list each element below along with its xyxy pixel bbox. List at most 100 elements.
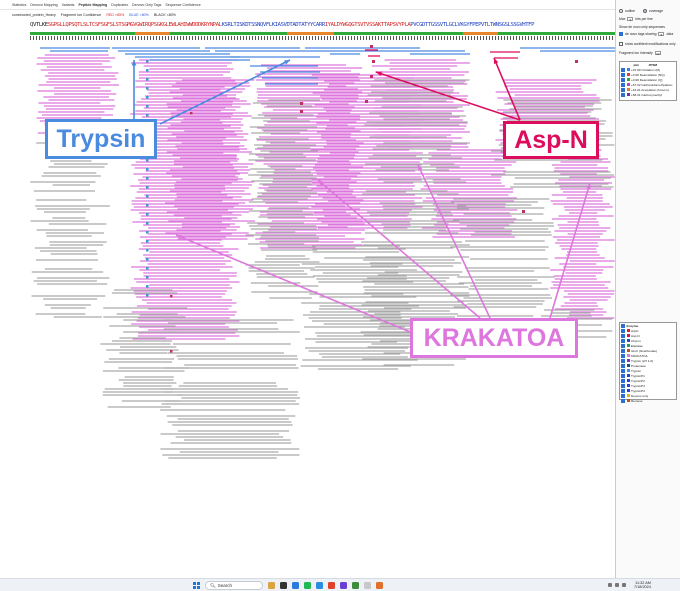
enzyme-checkbox[interactable]: [621, 363, 625, 368]
modification-marker: [146, 195, 149, 198]
modification-marker: [365, 100, 368, 103]
enzyme-checkbox[interactable]: [621, 338, 625, 343]
ptm-row[interactable]: +58.01 Carboxymethyl: [620, 92, 676, 97]
enzyme-column-header: Enzyme: [626, 323, 639, 328]
taskbar-clock[interactable]: 11:32 AM 7/18/2024: [634, 581, 651, 590]
wifi-icon[interactable]: [608, 583, 612, 587]
app-icon-orange[interactable]: [376, 582, 383, 589]
enzyme-checkbox[interactable]: [621, 368, 625, 373]
fragment-row: Fragment Ion Intensity 10: [619, 51, 661, 56]
app-icon-grey[interactable]: [364, 582, 371, 589]
modification-marker: [146, 177, 149, 180]
volume-icon[interactable]: [615, 583, 619, 587]
denovo-label: Show de novo only sequences: [619, 25, 665, 29]
protein-sequence[interactable]: QVTLKESGPGLLQPSQTLSLTCSFSGFSLSTSGMGVGWIR…: [30, 22, 615, 31]
battery-icon[interactable]: [622, 583, 626, 587]
peptide-map[interactable]: [0, 40, 615, 480]
app-icon-red[interactable]: [328, 582, 335, 589]
enzyme-checkbox[interactable]: [621, 348, 625, 353]
denovo-tags-label: de novo tags sharing: [625, 32, 657, 36]
denovo-tags-input[interactable]: 5: [658, 32, 665, 37]
enzyme-checkbox[interactable]: [621, 383, 625, 388]
ptm-label: +58.01 Carboxymethyl: [631, 92, 663, 97]
coverage-radio[interactable]: [643, 9, 647, 13]
sequence-segment: PVCGDTTGSSVTLGCLVKGYFPEPVTLTWNSGSLSSGVHT…: [410, 22, 535, 28]
region-block: [334, 32, 463, 35]
enzyme-label: TrypsinP2: [631, 378, 645, 383]
file-explorer-icon[interactable]: [268, 582, 275, 589]
enzyme-checkbox[interactable]: [621, 353, 625, 358]
confidence-blue-label: BLUE >80%: [129, 12, 149, 17]
confident-checkbox[interactable]: [619, 42, 623, 46]
edge-browser-icon[interactable]: [292, 582, 299, 589]
enzyme-checkbox[interactable]: [621, 328, 625, 333]
options-panel: outline coverage Max 5 bits per line Sho…: [615, 0, 680, 578]
region-block: [497, 32, 615, 35]
outline-radio[interactable]: [619, 9, 623, 13]
denovo-row: Show de novo only sequences: [619, 25, 665, 29]
taskbar-search[interactable]: 🔍︎ Search: [205, 581, 263, 590]
app-icon-blue[interactable]: [316, 582, 323, 589]
ptm-checkbox[interactable]: [621, 67, 625, 72]
enzyme-row[interactable]: Remove: [620, 398, 676, 403]
tab-variants[interactable]: Variants: [62, 3, 75, 7]
tab-denovo-only-tags[interactable]: Denovo Only Tags: [132, 3, 161, 7]
enzyme-select-all-checkbox[interactable]: [621, 323, 625, 328]
modification-marker: [146, 276, 149, 279]
enzyme-checkbox[interactable]: [621, 333, 625, 338]
tab-statistics[interactable]: Statistics: [12, 3, 26, 7]
trypsin-callout: Trypsin: [45, 119, 157, 159]
krakatoa-callout: KRAKATOA: [410, 318, 578, 358]
fragment-intensity-input[interactable]: 10: [654, 51, 661, 56]
ptm-checkbox[interactable]: [621, 82, 625, 87]
enzyme-checkbox[interactable]: [621, 388, 625, 393]
enzyme-color-swatch: [626, 394, 630, 397]
app-icon-green[interactable]: [304, 582, 311, 589]
tab-denovo-mapping[interactable]: Denovo Mapping: [30, 3, 57, 7]
modification-marker: [146, 186, 149, 189]
modification-marker: [372, 60, 375, 63]
ptm-list: ptm #PSM +15.99 Oxidation (M) +0.98 Deami…: [619, 61, 677, 101]
tab-peptide-mapping[interactable]: Peptide Mapping: [78, 3, 107, 7]
enzyme-checkbox[interactable]: [621, 358, 625, 363]
enzyme-checkbox[interactable]: [621, 398, 625, 403]
enzyme-checkbox[interactable]: [621, 373, 625, 378]
sequence-segment: IYALDYWGQGTSVTVSSAKTTAPSVYPLA: [324, 22, 411, 28]
enzyme-checkbox[interactable]: [621, 343, 625, 348]
windows-taskbar: 🔍︎ Search 11:32 AM 7/18/2024: [0, 578, 680, 591]
modification-marker: [522, 210, 525, 213]
ptm-checkbox[interactable]: [621, 87, 625, 92]
region-block: [462, 32, 498, 35]
enzyme-checkbox[interactable]: [621, 393, 625, 398]
enzyme-color-swatch: [626, 349, 630, 352]
enzyme-color-swatch: [626, 364, 630, 367]
tab-duplicates[interactable]: Duplicates: [111, 3, 128, 7]
fragment-confidence-label: Fragment Ion Confidence: [60, 12, 102, 17]
enzyme-color-swatch: [626, 334, 630, 337]
enzyme-label: GluC (bicarbonate): [631, 348, 658, 353]
ptm-checkbox[interactable]: [621, 92, 625, 97]
max-input[interactable]: 5: [627, 17, 634, 22]
region-block: [287, 32, 335, 35]
enzyme-label: Remove: [631, 398, 643, 403]
app-icon-darkgreen[interactable]: [352, 582, 359, 589]
tab-sequence-confidence[interactable]: Sequence Confidence: [165, 3, 200, 7]
enzyme-color-swatch: [626, 344, 630, 347]
aspn-callout: Asp-N: [503, 121, 599, 159]
protein-name[interactable]: constructed_protein_Heavy: [12, 13, 56, 17]
denovo-tags-checkbox[interactable]: [619, 32, 623, 36]
ptm-color-swatch: [626, 93, 630, 96]
enzyme-label: Proteinase: [631, 363, 646, 368]
modification-marker: [146, 213, 149, 216]
windows-start-icon[interactable]: [193, 582, 200, 589]
modification-marker: [146, 285, 149, 288]
enzyme-color-swatch: [626, 354, 630, 357]
app-icon-purple[interactable]: [340, 582, 347, 589]
search-placeholder: Search: [217, 583, 232, 588]
ptm-checkbox[interactable]: [621, 77, 625, 82]
task-view-icon[interactable]: [280, 582, 287, 589]
enzyme-label: Chymo: [631, 338, 641, 343]
enzyme-checkbox[interactable]: [621, 378, 625, 383]
ptm-checkbox[interactable]: [621, 72, 625, 77]
enzyme-color-swatch: [626, 389, 630, 392]
